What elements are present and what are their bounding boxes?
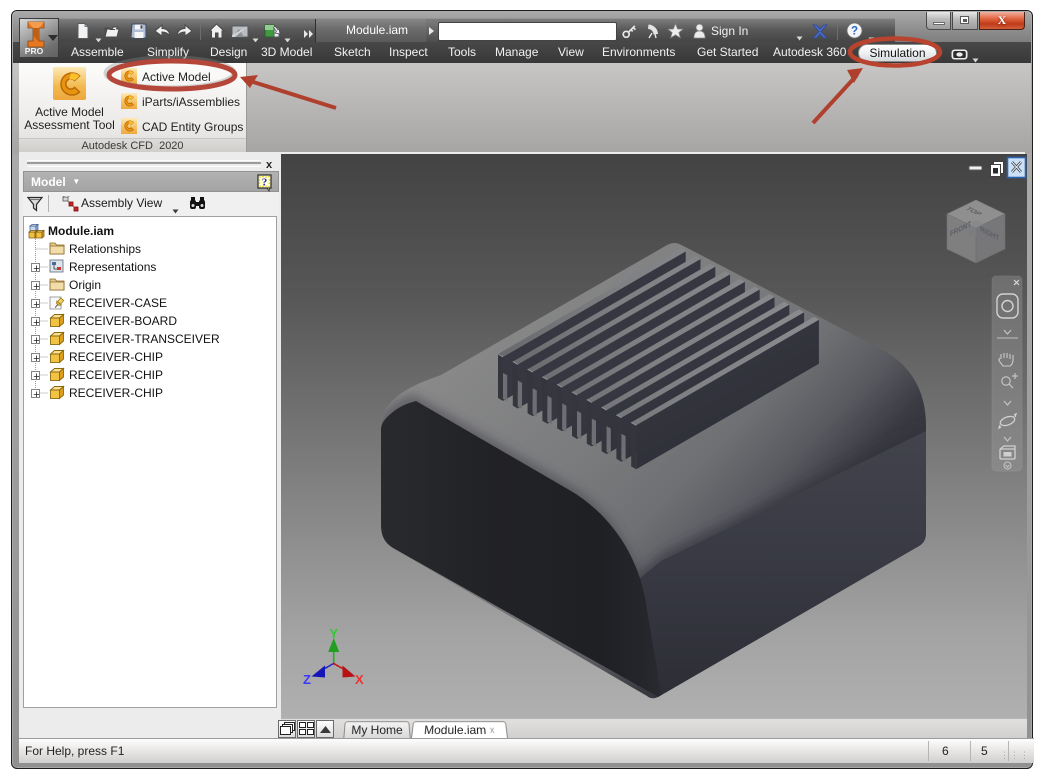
- svg-text:Y: Y: [330, 626, 339, 641]
- svg-text:Z: Z: [303, 672, 311, 687]
- svg-text:?: ?: [851, 26, 858, 38]
- svg-text:X: X: [355, 672, 364, 687]
- svg-text:?: ?: [262, 177, 268, 189]
